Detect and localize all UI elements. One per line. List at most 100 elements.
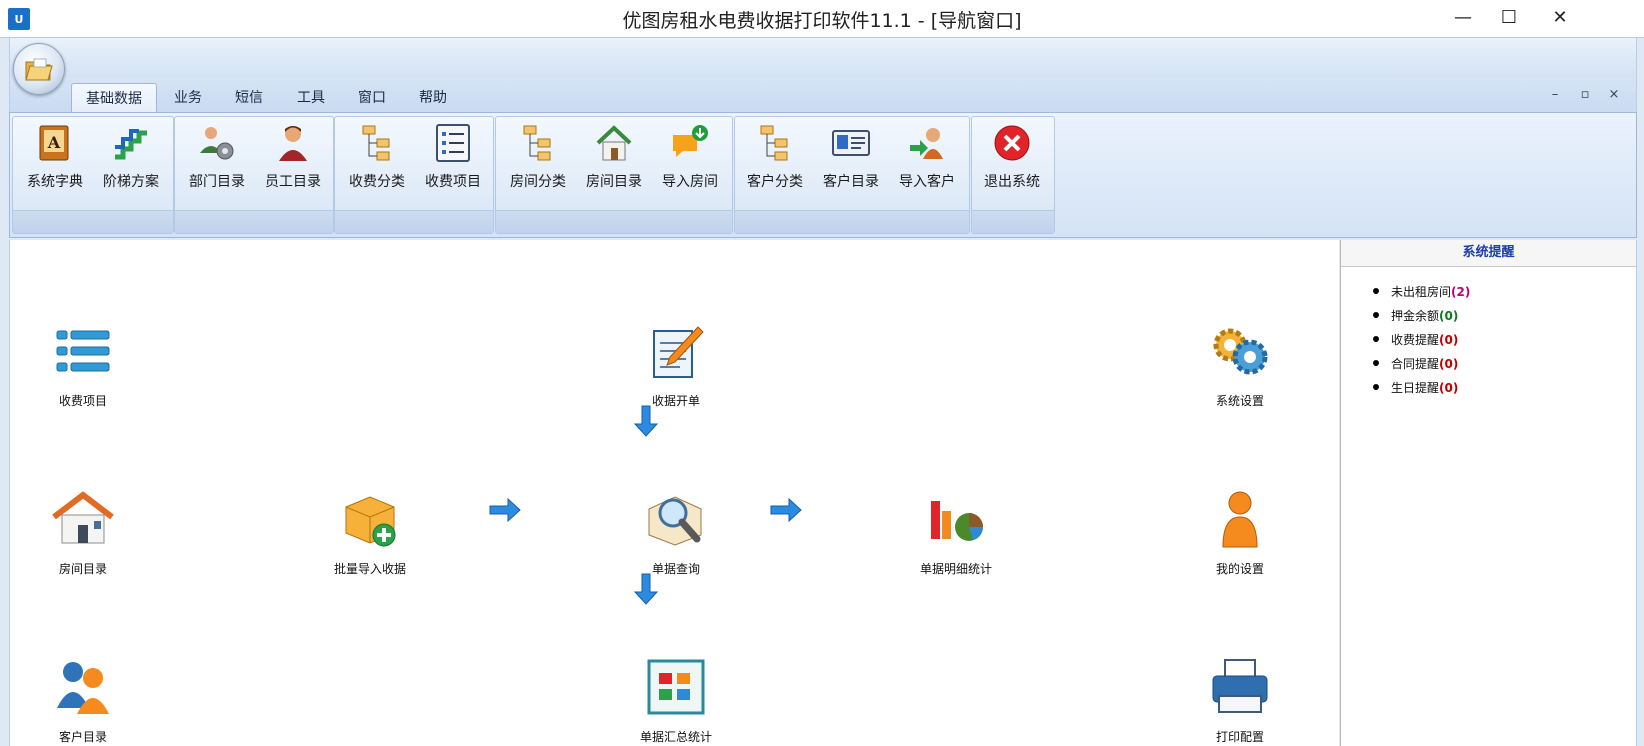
customer-directory-button[interactable]: 客户目录 (813, 121, 889, 199)
tree-hierarchy-icon (523, 125, 551, 161)
nav-room-directory[interactable]: 房间目录 (18, 484, 148, 577)
dashboard-window-icon (647, 659, 705, 715)
list-icon (56, 330, 110, 372)
reminder-count: (2) (1451, 285, 1471, 299)
room-category-button[interactable]: 房间分类 (500, 121, 576, 199)
department-directory-button[interactable]: 部门目录 (179, 121, 255, 199)
customer-category-button[interactable]: 客户分类 (737, 121, 813, 199)
nav-receipt-query-label: 单据查询 (651, 562, 700, 576)
charge-category-label: 收费分类 (349, 174, 405, 190)
customer-directory-label: 客户目录 (823, 174, 879, 190)
dictionary-book-icon: A (39, 125, 69, 161)
tab-business[interactable]: 业务 (160, 83, 216, 111)
reminder-deposit-balance[interactable]: 押金余额(0) (1373, 307, 1636, 331)
magnifier-document-icon (648, 496, 702, 546)
ribbon-group-rooms: 房间分类 房间目录 导入房间 (495, 116, 733, 234)
mdi-minimize-button[interactable]: – (1545, 87, 1565, 102)
import-chat-icon (673, 125, 708, 157)
nav-batch-import-receipts-label: 批量导入收据 (333, 562, 406, 576)
close-button[interactable]: ✕ (1530, 2, 1590, 32)
tab-sms[interactable]: 短信 (221, 83, 277, 111)
reminder-count: (0) (1439, 333, 1459, 347)
charge-item-button[interactable]: 收费项目 (415, 121, 491, 199)
nav-receipt-summary-stats[interactable]: 单据汇总统计 (611, 652, 741, 745)
nav-print-config[interactable]: 打印配置 (1175, 652, 1305, 745)
chart-pie-icon (931, 501, 983, 541)
maximize-button[interactable]: ☐ (1486, 2, 1532, 32)
room-category-label: 房间分类 (510, 174, 566, 190)
svg-text:A: A (47, 133, 61, 152)
exit-system-button[interactable]: 退出系统 (974, 121, 1050, 199)
mdi-close-button[interactable]: × (1604, 87, 1624, 102)
tab-help[interactable]: 帮助 (405, 83, 461, 111)
list-document-icon (436, 124, 470, 162)
nav-my-settings[interactable]: 我的设置 (1175, 484, 1305, 577)
id-card-icon (832, 130, 870, 156)
quick-access-bar (9, 37, 1637, 78)
reminder-birthdays[interactable]: 生日提醒(0) (1373, 379, 1636, 403)
reminder-charges[interactable]: 收费提醒(0) (1373, 331, 1636, 355)
reminder-label: 未出租房间 (1391, 285, 1452, 299)
nav-receipt-issue-label: 收据开单 (651, 394, 700, 408)
ribbon-tab-row: 基础数据 业务 短信 工具 窗口 帮助 – ▫ × (9, 77, 1637, 112)
customer-category-label: 客户分类 (747, 174, 803, 190)
employee-directory-button[interactable]: 员工目录 (255, 121, 331, 199)
reminder-count: (0) (1439, 309, 1459, 323)
import-rooms-button[interactable]: 导入房间 (652, 121, 728, 199)
nav-system-settings[interactable]: 系统设置 (1175, 316, 1305, 409)
users-icon (57, 662, 109, 714)
reminder-label: 收费提醒 (1391, 333, 1440, 347)
window-title: 优图房租水电费收据打印软件11.1 - [导航窗口] (622, 10, 1022, 32)
tier-plan-label: 阶梯方案 (103, 174, 159, 190)
nav-receipt-query[interactable]: 单据查询 (611, 484, 741, 577)
ribbon-panel: A 系统字典 阶梯方案 部门目录 员工目录 收费分类 收费项目 房间分类 房间目… (9, 112, 1637, 238)
tree-hierarchy-icon (362, 125, 390, 161)
charge-category-button[interactable]: 收费分类 (339, 121, 415, 199)
reminder-contracts[interactable]: 合同提醒(0) (1373, 355, 1636, 379)
nav-batch-import-receipts[interactable]: 批量导入收据 (305, 484, 435, 577)
tab-tools[interactable]: 工具 (283, 83, 339, 111)
department-directory-label: 部门目录 (189, 174, 245, 190)
house-icon (52, 491, 114, 544)
import-customers-label: 导入客户 (899, 174, 955, 190)
stairs-icon (115, 129, 147, 160)
department-gear-icon (200, 127, 234, 160)
nav-charge-items[interactable]: 收费项目 (18, 316, 148, 409)
reminder-label: 押金余额 (1391, 309, 1440, 323)
printer-icon (1212, 659, 1268, 713)
tab-basic-data[interactable]: 基础数据 (71, 83, 157, 112)
system-dictionary-button[interactable]: A 系统字典 (17, 121, 93, 199)
nav-receipt-detail-stats[interactable]: 单据明细统计 (891, 484, 1021, 577)
reminder-vacant-rooms[interactable]: 未出租房间(2) (1373, 283, 1636, 307)
ribbon-group-customers: 客户分类 客户目录 导入客户 (734, 116, 970, 234)
nav-system-settings-label: 系统设置 (1215, 394, 1264, 408)
nav-print-config-label: 打印配置 (1215, 730, 1264, 744)
tree-hierarchy-icon (760, 125, 788, 161)
title-bar: U 优图房租水电费收据打印软件11.1 - [导航窗口] — ☐ ✕ (0, 0, 1644, 38)
nav-my-settings-label: 我的设置 (1215, 562, 1264, 576)
room-directory-label: 房间目录 (586, 174, 642, 190)
reminder-count: (0) (1439, 381, 1459, 395)
system-dictionary-label: 系统字典 (27, 174, 83, 190)
import-rooms-label: 导入房间 (662, 174, 718, 190)
import-customers-button[interactable]: 导入客户 (889, 121, 965, 199)
nav-receipt-issue[interactable]: 收据开单 (611, 316, 741, 409)
nav-receipt-summary-stats-label: 单据汇总统计 (639, 730, 712, 744)
person-icon (1222, 491, 1258, 548)
employee-directory-label: 员工目录 (265, 174, 321, 190)
tab-window[interactable]: 窗口 (344, 83, 400, 111)
application-menu-button[interactable] (13, 43, 65, 95)
arrow-right-icon (489, 497, 521, 523)
mdi-restore-button[interactable]: ▫ (1575, 87, 1595, 102)
box-add-icon (345, 496, 396, 547)
import-person-icon (910, 128, 943, 159)
nav-customer-directory-label: 客户目录 (58, 730, 107, 744)
arrow-down-icon (633, 573, 659, 605)
room-directory-button[interactable]: 房间目录 (576, 121, 652, 199)
arrow-down-icon (633, 405, 659, 437)
tier-plan-button[interactable]: 阶梯方案 (93, 121, 169, 199)
minimize-button[interactable]: — (1440, 2, 1486, 32)
nav-customer-directory[interactable]: 客户目录 (18, 652, 148, 745)
reminder-label: 生日提醒 (1391, 381, 1440, 395)
reminder-count: (0) (1439, 357, 1459, 371)
